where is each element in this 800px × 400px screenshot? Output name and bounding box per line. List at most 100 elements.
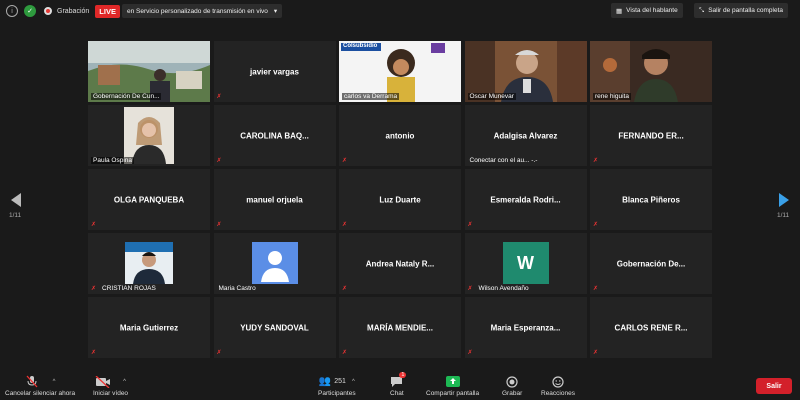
reaction-smiley-icon	[552, 375, 564, 388]
participant-tile[interactable]: Luz Duarte ✗	[339, 169, 461, 230]
participant-name: CRISTIAN ROJAS	[102, 285, 156, 292]
participant-name: Andrea Nataly R...	[365, 259, 435, 268]
share-screen-button[interactable]: Compartir pantalla	[426, 375, 479, 397]
participant-name: Maria Esperanza...	[490, 323, 561, 332]
live-badge[interactable]: LIVE	[95, 4, 120, 18]
start-video-button[interactable]: ^ Iniciar vídeo	[93, 375, 128, 397]
next-page-icon[interactable]	[777, 192, 791, 208]
participant-name: Blanca Piñeros	[622, 195, 680, 204]
security-shield-icon[interactable]: ✓	[24, 5, 36, 17]
participants-button[interactable]: 👥 251 ^ Participantes	[318, 375, 356, 397]
live-stream-label: en Servicio personalizado de transmisión…	[126, 7, 268, 15]
participant-tile[interactable]: Gobernación De Cun...	[88, 41, 210, 102]
participant-tile[interactable]: Oscar Munevar	[464, 41, 587, 102]
participant-name: Adalgisa Alvarez	[493, 131, 558, 140]
record-icon	[506, 375, 518, 388]
exit-fullscreen-button[interactable]: ⤡ Salir de pantalla completa	[694, 3, 788, 18]
participant-tile[interactable]: CAROLINA BAQ... ✗	[213, 105, 336, 166]
muted-mic-icon: ✗	[342, 158, 348, 164]
participant-tile[interactable]: CRISTIAN ROJAS ✗	[88, 233, 210, 294]
share-screen-label: Compartir pantalla	[426, 390, 480, 397]
top-toolbar: i ✓ Grabación LIVE en Servicio personali…	[0, 0, 800, 22]
participant-name: Wilson Avendaño	[478, 285, 529, 292]
participant-name: javier vargas	[250, 67, 299, 76]
participant-name: YUDY SANDOVAL	[240, 323, 309, 332]
participant-tile[interactable]: Colsubsidio carlos va Derrama	[339, 41, 461, 102]
participants-count: 251	[334, 378, 346, 385]
participant-name: Oscar Munevar	[467, 93, 516, 100]
participant-tile-active-speaker[interactable]: Paula Ospina	[88, 105, 210, 166]
participant-name: Maria Castro	[218, 285, 256, 292]
recording-icon	[44, 7, 52, 15]
leave-meeting-button[interactable]: Salir	[756, 378, 792, 394]
record-button[interactable]: Grabar	[502, 375, 522, 397]
recording-label: Grabación	[57, 7, 90, 15]
brand-logo: Colsubsidio	[343, 43, 378, 49]
participant-tile[interactable]: antonio ✗	[339, 105, 461, 166]
audio-status: Conectar con el au... -.-	[469, 157, 538, 164]
muted-mic-icon: ✗	[593, 158, 599, 164]
participant-name: CARLOS RENE R...	[614, 323, 688, 332]
participant-tile[interactable]: CARLOS RENE R... ✗	[590, 297, 712, 358]
muted-mic-icon: ✗	[593, 222, 599, 228]
participant-name: antonio	[385, 131, 415, 140]
muted-mic-icon: ✗	[216, 350, 222, 356]
speaker-view-button[interactable]: ▦ Vista del hablante	[611, 3, 683, 18]
participant-tile[interactable]: Andrea Nataly R... ✗	[339, 233, 461, 294]
unmute-all-button[interactable]: ^ Cancelar silenciar ahora	[5, 375, 75, 397]
record-label: Grabar	[502, 390, 523, 397]
participant-tile[interactable]: OLGA PANQUEBA ✗	[88, 169, 210, 230]
chevron-up-icon[interactable]: ^	[352, 379, 355, 385]
previous-page-icon[interactable]	[9, 192, 23, 208]
participant-name: FERNANDO ER...	[618, 131, 684, 140]
muted-mic-icon: ✗	[593, 286, 599, 292]
initial-avatar: W	[502, 242, 549, 284]
gallery-grid: Gobernación De Cun... javier vargas ✗ Co…	[88, 41, 712, 358]
reactions-button[interactable]: Reacciones	[541, 375, 575, 397]
chevron-up-icon[interactable]: ^	[123, 379, 126, 385]
muted-mic-icon: ✗	[91, 286, 97, 292]
participant-name: carlos va Derrama	[342, 93, 400, 100]
muted-mic-icon: ✗	[91, 350, 97, 356]
participant-name: Gobernación De Cun...	[91, 93, 162, 100]
participant-name: Luz Duarte	[379, 195, 421, 204]
chevron-up-icon[interactable]: ^	[53, 379, 56, 385]
muted-mic-icon: ✗	[342, 222, 348, 228]
participant-tile[interactable]: MARÍA MENDIE... ✗	[339, 297, 461, 358]
share-screen-icon	[445, 376, 460, 387]
participant-tile[interactable]: YUDY SANDOVAL ✗	[213, 297, 336, 358]
info-icon[interactable]: i	[6, 5, 18, 17]
chat-unread-badge: 1	[399, 372, 407, 378]
video-off-icon	[95, 375, 111, 388]
participant-tile[interactable]: manuel orjuela ✗	[213, 169, 336, 230]
exit-fullscreen-label: Salir de pantalla completa	[708, 7, 783, 14]
profile-photo	[125, 242, 173, 284]
muted-mic-icon: ✗	[467, 350, 473, 356]
participant-tile[interactable]: Maria Castro	[213, 233, 336, 294]
participant-tile[interactable]: Maria Gutierrez ✗	[88, 297, 210, 358]
participant-tile[interactable]: Maria Esperanza... ✗	[464, 297, 587, 358]
muted-mic-icon: ✗	[91, 222, 97, 228]
participant-tile[interactable]: rene higuita	[590, 41, 712, 102]
chat-button[interactable]: 1 Chat	[390, 372, 407, 397]
participant-name: Maria Gutierrez	[119, 323, 179, 332]
participant-tile[interactable]: W Wilson Avendaño ✗	[464, 233, 587, 294]
participant-tile[interactable]: Gobernación De... ✗	[590, 233, 712, 294]
participant-tile[interactable]: FERNANDO ER... ✗	[590, 105, 712, 166]
participant-name: Esmeralda Rodri...	[490, 195, 561, 204]
participant-name: OLGA PANQUEBA	[113, 195, 185, 204]
muted-microphone-icon	[26, 375, 38, 388]
participant-tile[interactable]: Blanca Piñeros ✗	[590, 169, 712, 230]
unmute-all-label: Cancelar silenciar ahora	[5, 390, 76, 397]
page-indicator-left: 1/11	[9, 212, 22, 219]
muted-mic-icon: ✗	[216, 222, 222, 228]
participant-name: CAROLINA BAQ...	[240, 131, 309, 140]
speaker-view-label: Vista del hablante	[626, 7, 678, 14]
participant-tile[interactable]: javier vargas ✗	[213, 41, 336, 102]
live-stream-dropdown[interactable]: en Servicio personalizado de transmisión…	[121, 4, 283, 18]
chevron-down-icon: ▾	[273, 8, 278, 15]
participant-tile[interactable]: Esmeralda Rodri... ✗	[464, 169, 587, 230]
participant-tile[interactable]: Adalgisa Alvarez Conectar con el au... -…	[464, 105, 587, 166]
fullscreen-icon: ⤡	[699, 6, 705, 14]
muted-mic-icon: ✗	[342, 286, 348, 292]
